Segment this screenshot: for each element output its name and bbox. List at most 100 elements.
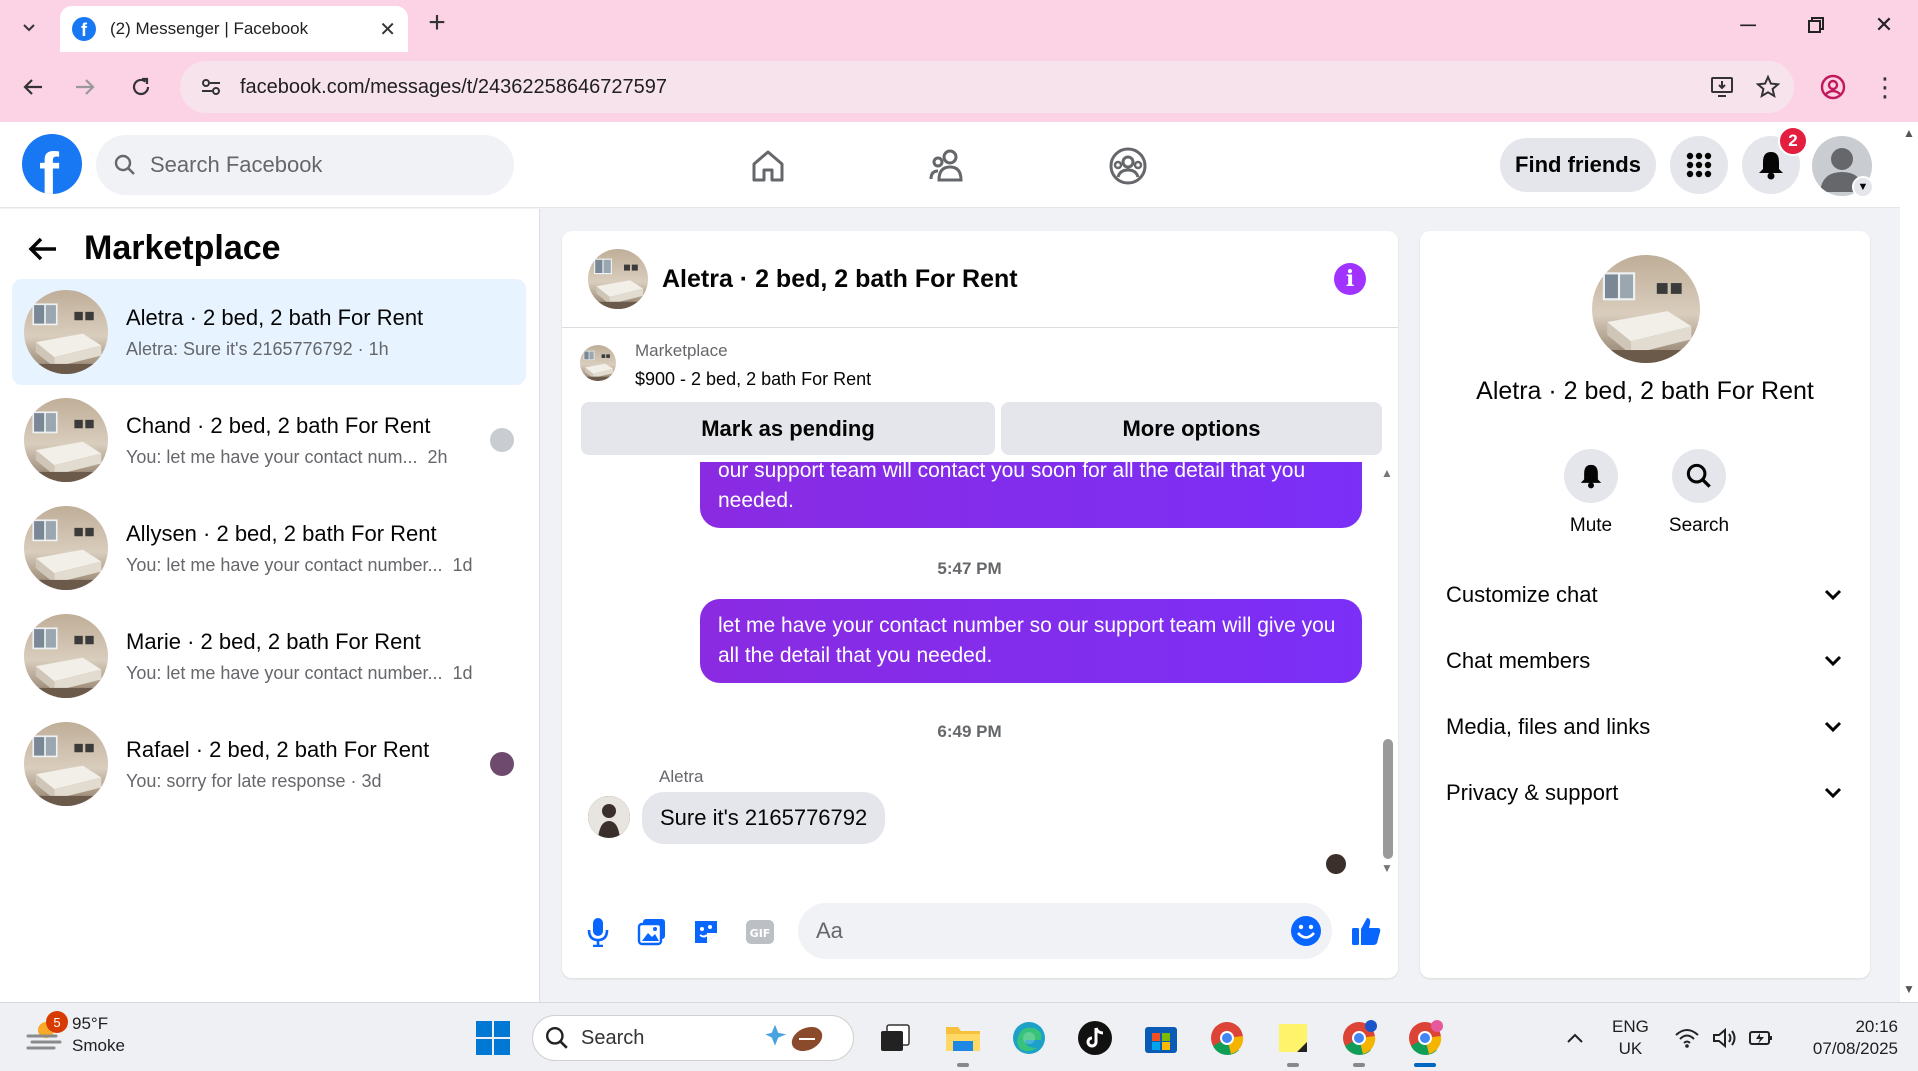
windows-taskbar: 95°F Smoke 5 Search ENG UK 20:16 07/08/2… <box>0 1002 1918 1071</box>
facebook-search[interactable] <box>96 135 514 195</box>
chat-listing-thumbnail[interactable] <box>588 249 648 309</box>
outgoing-message[interactable]: our support team will contact you soon f… <box>700 462 1362 528</box>
thumbs-up-icon[interactable] <box>1346 911 1386 951</box>
page-scroll-down-icon[interactable]: ▼ <box>1903 982 1915 996</box>
sticker-icon[interactable] <box>686 912 726 952</box>
page-scroll-up-icon[interactable]: ▲ <box>1903 126 1915 140</box>
input-language[interactable]: ENG UK <box>1612 1016 1649 1060</box>
conversation-item[interactable]: Allysen · 2 bed, 2 bath For Rent You: le… <box>12 495 526 601</box>
tab-search-button[interactable] <box>12 10 46 44</box>
find-friends-button[interactable]: Find friends <box>1500 138 1656 192</box>
forward-button[interactable] <box>66 68 104 106</box>
info-listing-thumbnail[interactable] <box>1592 255 1700 363</box>
account-menu-caret[interactable]: ▼ <box>1852 176 1874 198</box>
home-nav-button[interactable] <box>740 138 796 194</box>
start-button[interactable] <box>470 1015 516 1061</box>
media-files-links-section[interactable]: Media, files and links <box>1438 699 1852 755</box>
listing-thumbnail <box>24 398 108 482</box>
outgoing-message[interactable]: let me have your contact number so our s… <box>700 599 1362 683</box>
site-info-icon[interactable] <box>196 72 226 102</box>
info-icon[interactable]: i <box>1334 263 1366 295</box>
browser-menu-button[interactable]: ⋮ <box>1866 68 1904 106</box>
battery-button[interactable] <box>1738 1015 1784 1061</box>
message-scrollbar[interactable]: ▲ ▼ <box>1380 466 1394 876</box>
conversation-name: Allysen · 2 bed, 2 bath For Rent <box>126 520 437 546</box>
restore-button[interactable] <box>1786 8 1846 42</box>
friends-nav-button[interactable] <box>920 138 976 194</box>
taskbar-search-input[interactable] <box>581 1026 761 1050</box>
search-button[interactable] <box>1672 449 1726 503</box>
weather-widget[interactable]: 95°F Smoke <box>26 1013 125 1057</box>
groups-nav-button[interactable] <box>1100 138 1156 194</box>
scroll-up-arrow-icon[interactable]: ▲ <box>1381 466 1393 480</box>
chrome-profile-app[interactable] <box>1336 1015 1382 1067</box>
photo-icon[interactable] <box>632 912 672 952</box>
scroll-down-arrow-icon[interactable]: ▼ <box>1381 861 1393 875</box>
back-arrow-icon[interactable] <box>28 236 58 262</box>
more-options-button[interactable]: More options <box>1001 402 1382 455</box>
incoming-message[interactable]: Sure it's 2165776792 <box>642 792 886 844</box>
microsoft-store-app[interactable] <box>1138 1015 1184 1061</box>
arrow-right-icon <box>76 79 95 95</box>
facebook-logo-icon[interactable]: f <box>22 134 82 194</box>
clock[interactable]: 20:16 07/08/2025 <box>1788 1016 1898 1060</box>
conversation-preview: You: let me have your contact num... 2h <box>126 447 490 468</box>
restore-icon <box>1808 17 1824 33</box>
show-hidden-icons-button[interactable] <box>1552 1015 1598 1061</box>
search-action[interactable]: Search <box>1659 449 1739 537</box>
task-view-app[interactable] <box>872 1015 918 1061</box>
gif-icon[interactable]: GIF <box>740 912 780 952</box>
listing-mini-thumbnail <box>580 345 616 381</box>
microphone-icon[interactable] <box>578 912 618 952</box>
new-tab-button[interactable]: + <box>420 8 454 42</box>
address-bar[interactable]: facebook.com/messages/t/2436225864672759… <box>180 61 1794 113</box>
mute-action[interactable]: Mute <box>1551 449 1631 537</box>
file-explorer-app[interactable] <box>940 1015 986 1067</box>
conversation-item[interactable]: Chand · 2 bed, 2 bath For Rent You: let … <box>12 387 526 493</box>
conversation-item[interactable]: Aletra · 2 bed, 2 bath For Rent Aletra: … <box>12 279 526 385</box>
profile-icon <box>1820 74 1846 100</box>
reload-button[interactable] <box>122 68 160 106</box>
chat-members-section[interactable]: Chat members <box>1438 633 1852 689</box>
conversation-item[interactable]: Marie · 2 bed, 2 bath For Rent You: let … <box>12 603 526 709</box>
page-scrollbar[interactable]: ▲ ▼ <box>1900 122 1918 1002</box>
sticky-notes-app[interactable] <box>1270 1015 1316 1067</box>
browser-toolbar: facebook.com/messages/t/2436225864672759… <box>0 52 1918 122</box>
chevron-down-icon <box>23 24 35 32</box>
conversation-info-panel: Aletra · 2 bed, 2 bath For Rent Mute Sea… <box>1420 231 1870 978</box>
folder-icon <box>946 1027 980 1051</box>
install-app-icon[interactable] <box>1702 67 1742 107</box>
conversation-preview: You: let me have your contact number... … <box>126 663 526 684</box>
seen-avatar-icon <box>490 752 514 776</box>
mark-as-pending-button[interactable]: Mark as pending <box>581 402 995 455</box>
taskbar-search[interactable] <box>532 1015 854 1061</box>
listing-title[interactable]: $900 - 2 bed, 2 bath For Rent <box>635 369 871 390</box>
chat-title[interactable]: Aletra · 2 bed, 2 bath For Rent <box>662 265 1334 294</box>
url-text[interactable]: facebook.com/messages/t/2436225864672759… <box>240 76 1702 99</box>
tiktok-app[interactable] <box>1072 1015 1118 1061</box>
running-indicator <box>1287 1063 1299 1067</box>
scrollbar-thumb[interactable] <box>1383 739 1393 859</box>
message-input[interactable] <box>816 918 1290 944</box>
browser-tab-messenger[interactable]: f (2) Messenger | Facebook ✕ <box>60 6 408 52</box>
menu-grid-button[interactable] <box>1670 136 1728 194</box>
minimize-button[interactable]: ─ <box>1718 8 1778 42</box>
emoji-icon[interactable] <box>1290 915 1322 947</box>
edge-app[interactable] <box>1006 1015 1052 1061</box>
browser-profile-button[interactable] <box>1814 68 1852 106</box>
close-window-button[interactable]: ✕ <box>1854 8 1914 42</box>
bookmark-star-icon[interactable] <box>1748 67 1788 107</box>
conversation-item[interactable]: Rafael · 2 bed, 2 bath For Rent You: sor… <box>12 711 526 817</box>
chrome-app[interactable] <box>1204 1015 1250 1061</box>
message-input-box[interactable] <box>798 903 1332 959</box>
preview-text: You: let me have your contact number... <box>126 554 443 575</box>
back-button[interactable] <box>14 68 52 106</box>
privacy-support-section[interactable]: Privacy & support <box>1438 765 1852 821</box>
close-tab-icon[interactable]: ✕ <box>379 17 396 42</box>
facebook-search-input[interactable] <box>150 152 480 178</box>
sender-avatar[interactable] <box>588 796 630 838</box>
customize-chat-section[interactable]: Customize chat <box>1438 567 1852 623</box>
mute-button[interactable] <box>1564 449 1618 503</box>
mute-label: Mute <box>1569 515 1613 536</box>
chrome-active-app[interactable] <box>1402 1015 1448 1067</box>
